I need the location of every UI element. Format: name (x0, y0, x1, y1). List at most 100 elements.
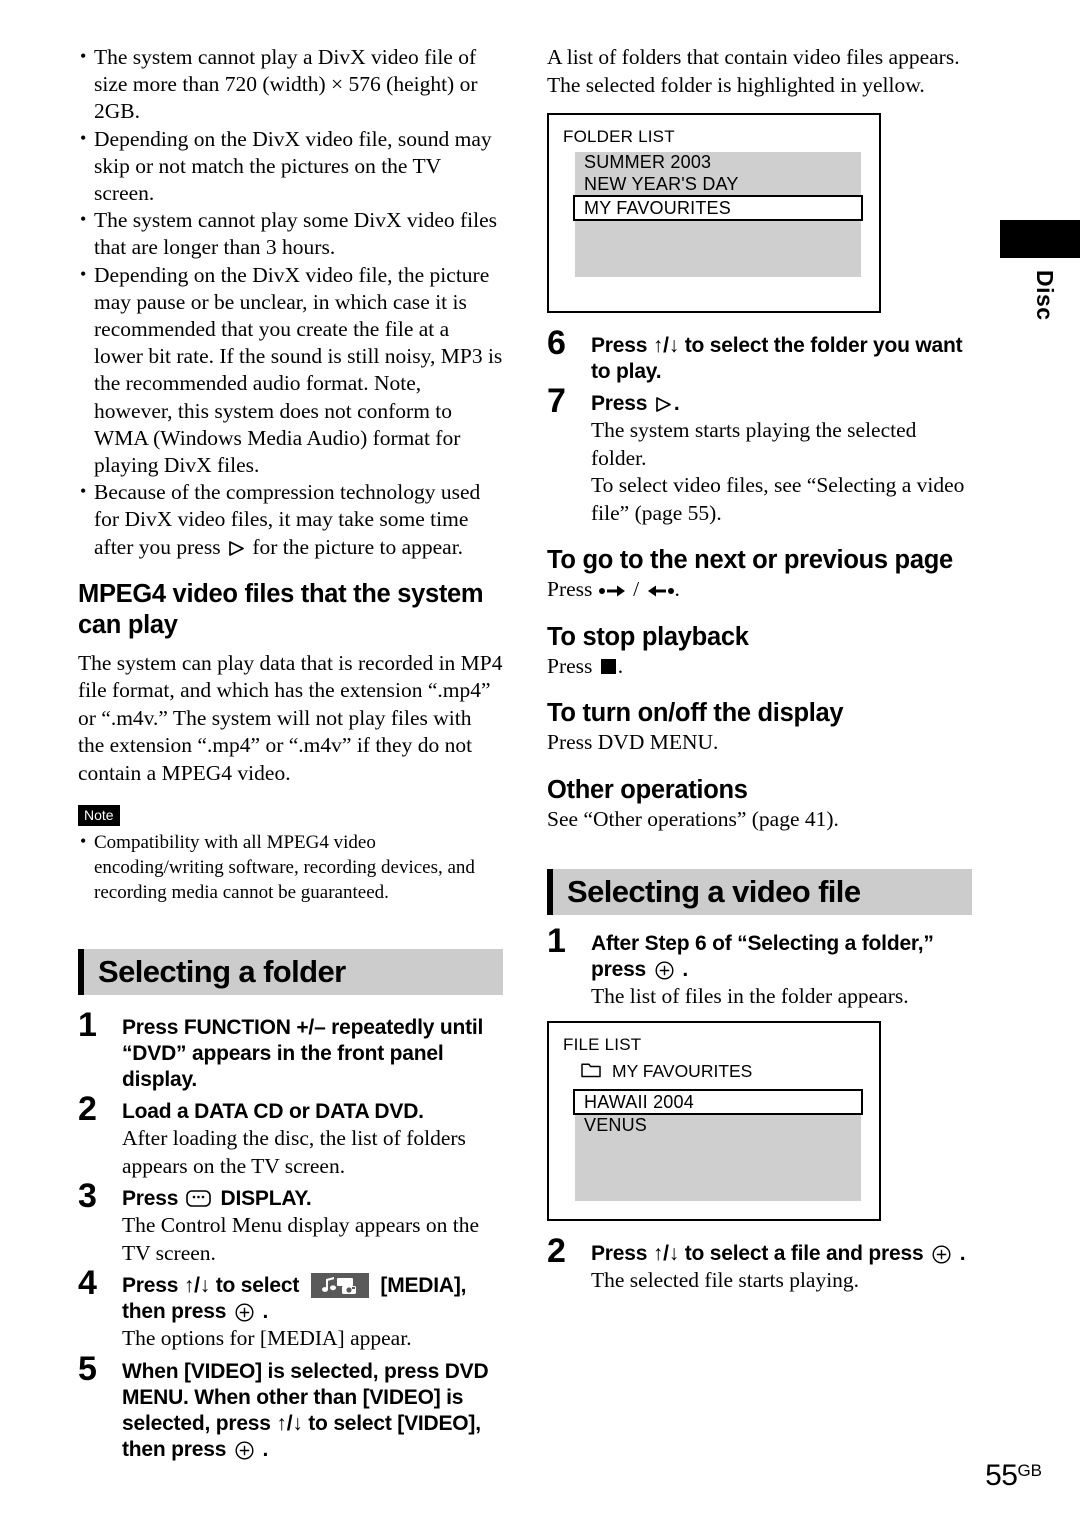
stop-icon (600, 658, 616, 674)
press-label: Press (547, 653, 598, 678)
step-number: 2 (78, 1090, 97, 1129)
right-intro-paragraph-1: A list of folders that contain video fil… (547, 45, 960, 69)
step-5: 5 When [VIDEO] is selected, press DVD ME… (78, 1352, 503, 1463)
step-number: 7 (547, 382, 566, 420)
step-4-body: The options for [MEDIA] appear. (122, 1326, 412, 1351)
enter-icon (235, 1303, 254, 1322)
step-number: 3 (78, 1177, 97, 1216)
step-instruction: Press ↑/↓ to select a file and press . (591, 1241, 966, 1265)
list-item-selected[interactable]: MY FAVOURITES (573, 195, 863, 221)
subheading-turn-display-on-off: To turn on/off the display (547, 699, 844, 727)
next-prev-instruction: Press / . (547, 576, 972, 604)
stop-instruction: Press . (547, 653, 972, 681)
step-text-part2: . (676, 958, 688, 981)
step-instruction: When [VIDEO] is selected, press DVD MENU… (122, 1360, 489, 1461)
right-column: A list of folders that contain video fil… (547, 44, 972, 1294)
list-item: Depending on the DivX video file, the pi… (78, 261, 503, 480)
step-text-part2: . (954, 1241, 966, 1265)
display-icon (186, 1190, 211, 1208)
step-text-part3: . (256, 1300, 269, 1324)
list-item-selected[interactable]: HAWAII 2004 (573, 1088, 863, 1115)
step-instruction: Press . (591, 392, 680, 415)
step-4: 4 Press ↑/↓ to select [MEDIA], then pres… (78, 1266, 503, 1325)
file-list-title: FILE LIST (563, 1034, 642, 1054)
step-instruction: Press ↑/↓ to select [MEDIA], then press … (122, 1273, 466, 1324)
subheading-stop-playback: To stop playback (547, 622, 749, 651)
list-item[interactable]: NEW YEAR'S DAY (575, 174, 861, 196)
step-text-part1: Press ↑/↓ to select a file and press (591, 1241, 930, 1265)
step-text-part1: Press ↑/↓ to select (122, 1274, 305, 1298)
section-heading-selecting-a-folder: Selecting a folder (78, 949, 503, 996)
chapter-tab-marker (1000, 220, 1080, 258)
folder-icon (581, 1063, 601, 1078)
list-item[interactable]: SUMMER 2003 (575, 152, 861, 174)
left-column: The system cannot play a DivX video file… (78, 43, 503, 1463)
step-number: 6 (547, 324, 566, 362)
folder-list-title: FOLDER LIST (563, 127, 675, 146)
step-number: 4 (78, 1264, 97, 1303)
list-item[interactable]: VENUS (575, 1115, 861, 1137)
period: . (674, 577, 680, 601)
page-footer: 55GB (0, 1459, 1042, 1493)
step-instruction: Press FUNCTION +/– repeatedly until “DVD… (122, 1016, 484, 1092)
enter-icon (235, 1441, 254, 1460)
subheading-next-previous-page: To go to the next or previous page (547, 546, 953, 574)
press-label: Press (547, 577, 598, 601)
step-text-part2: . (256, 1437, 269, 1461)
list-item: The system cannot play a DivX video file… (78, 43, 503, 126)
display-instruction: Press DVD MENU. (547, 730, 719, 754)
breadcrumb-label: MY FAVOURITES (612, 1060, 753, 1081)
folder-list-screen: FOLDER LIST SUMMER 2003 NEW YEAR'S DAY M… (547, 113, 881, 313)
manual-page: The system cannot play a DivX video file… (0, 0, 1080, 1529)
play-icon (228, 541, 245, 557)
file-list-items: HAWAII 2004 VENUS (573, 1088, 863, 1201)
subheading-other-operations: Other operations (547, 775, 748, 804)
step-7: 7 Press . (547, 384, 972, 418)
previous-page-icon (645, 584, 675, 598)
step-2-body: After loading the disc, the list of fold… (122, 1126, 466, 1178)
file-list-breadcrumb: MY FAVOURITES (581, 1060, 865, 1082)
file-list-screen: FILE LIST MY FAVOURITES HAWAII 2004 VENU… (547, 1020, 881, 1221)
right-intro-paragraph-2: The selected folder is highlighted in ye… (547, 72, 925, 97)
note-badge: Note (78, 805, 120, 827)
step-2: 2 Load a DATA CD or DATA DVD. (78, 1092, 503, 1126)
step-text-after: . (673, 392, 680, 415)
next-page-icon (598, 584, 628, 598)
bullet-text-after: for the picture to appear. (246, 534, 464, 559)
step-6: 6 Press ↑/↓ to select the folder you wan… (547, 326, 972, 385)
page-number-suffix: GB (1017, 1461, 1042, 1480)
step-instruction: After Step 6 of “Selecting a folder,” pr… (591, 932, 934, 981)
video-step-2-body: The selected file starts playing. (591, 1267, 860, 1292)
page-number: 55 (985, 1459, 1018, 1492)
note-bullet-list: Compatibility with all MPEG4 video encod… (78, 829, 503, 905)
step-text-before: Press (591, 392, 653, 415)
step-text-part1: After Step 6 of “Selecting a folder,” pr… (591, 932, 934, 981)
list-item: Depending on the DivX video file, sound … (78, 125, 503, 208)
step-instruction: Press DISPLAY. (122, 1187, 312, 1210)
list-item: The system cannot play some DivX video f… (78, 206, 503, 261)
period: . (617, 653, 624, 678)
step-text-before: Press (122, 1187, 184, 1211)
list-item: Compatibility with all MPEG4 video encod… (78, 829, 503, 905)
chapter-tab-label: Disc (1032, 270, 1058, 321)
mpeg4-heading: MPEG4 video files that the system can pl… (78, 579, 484, 639)
video-step-1: 1 After Step 6 of “Selecting a folder,” … (547, 924, 972, 983)
step-number: 1 (547, 922, 566, 960)
step-number: 1 (78, 1006, 97, 1045)
step-instruction: Load a DATA CD or DATA DVD. (122, 1100, 424, 1124)
folder-list-items: SUMMER 2003 NEW YEAR'S DAY MY FAVOURITES (573, 152, 863, 277)
enter-icon (655, 961, 674, 980)
step-1: 1 Press FUNCTION +/– repeatedly until “D… (78, 1008, 503, 1093)
intro-bullet-list: The system cannot play a DivX video file… (78, 43, 503, 561)
step-3: 3 Press DISPLAY. (78, 1179, 503, 1213)
step-3-body: The Control Menu display appears on the … (122, 1213, 480, 1265)
list-item-compression: Because of the compression technology us… (78, 478, 503, 561)
step-7-body-1: The system starts playing the selected f… (591, 418, 917, 470)
step-number: 2 (547, 1231, 566, 1270)
video-step-1-body: The list of files in the folder appears. (591, 984, 909, 1008)
video-step-2: 2 Press ↑/↓ to select a file and press . (547, 1234, 972, 1268)
step-7-body-2: To select video files, see “Selecting a … (591, 473, 965, 525)
step-text-after: DISPLAY. (214, 1187, 312, 1211)
enter-icon (932, 1244, 951, 1264)
play-icon (655, 397, 672, 412)
